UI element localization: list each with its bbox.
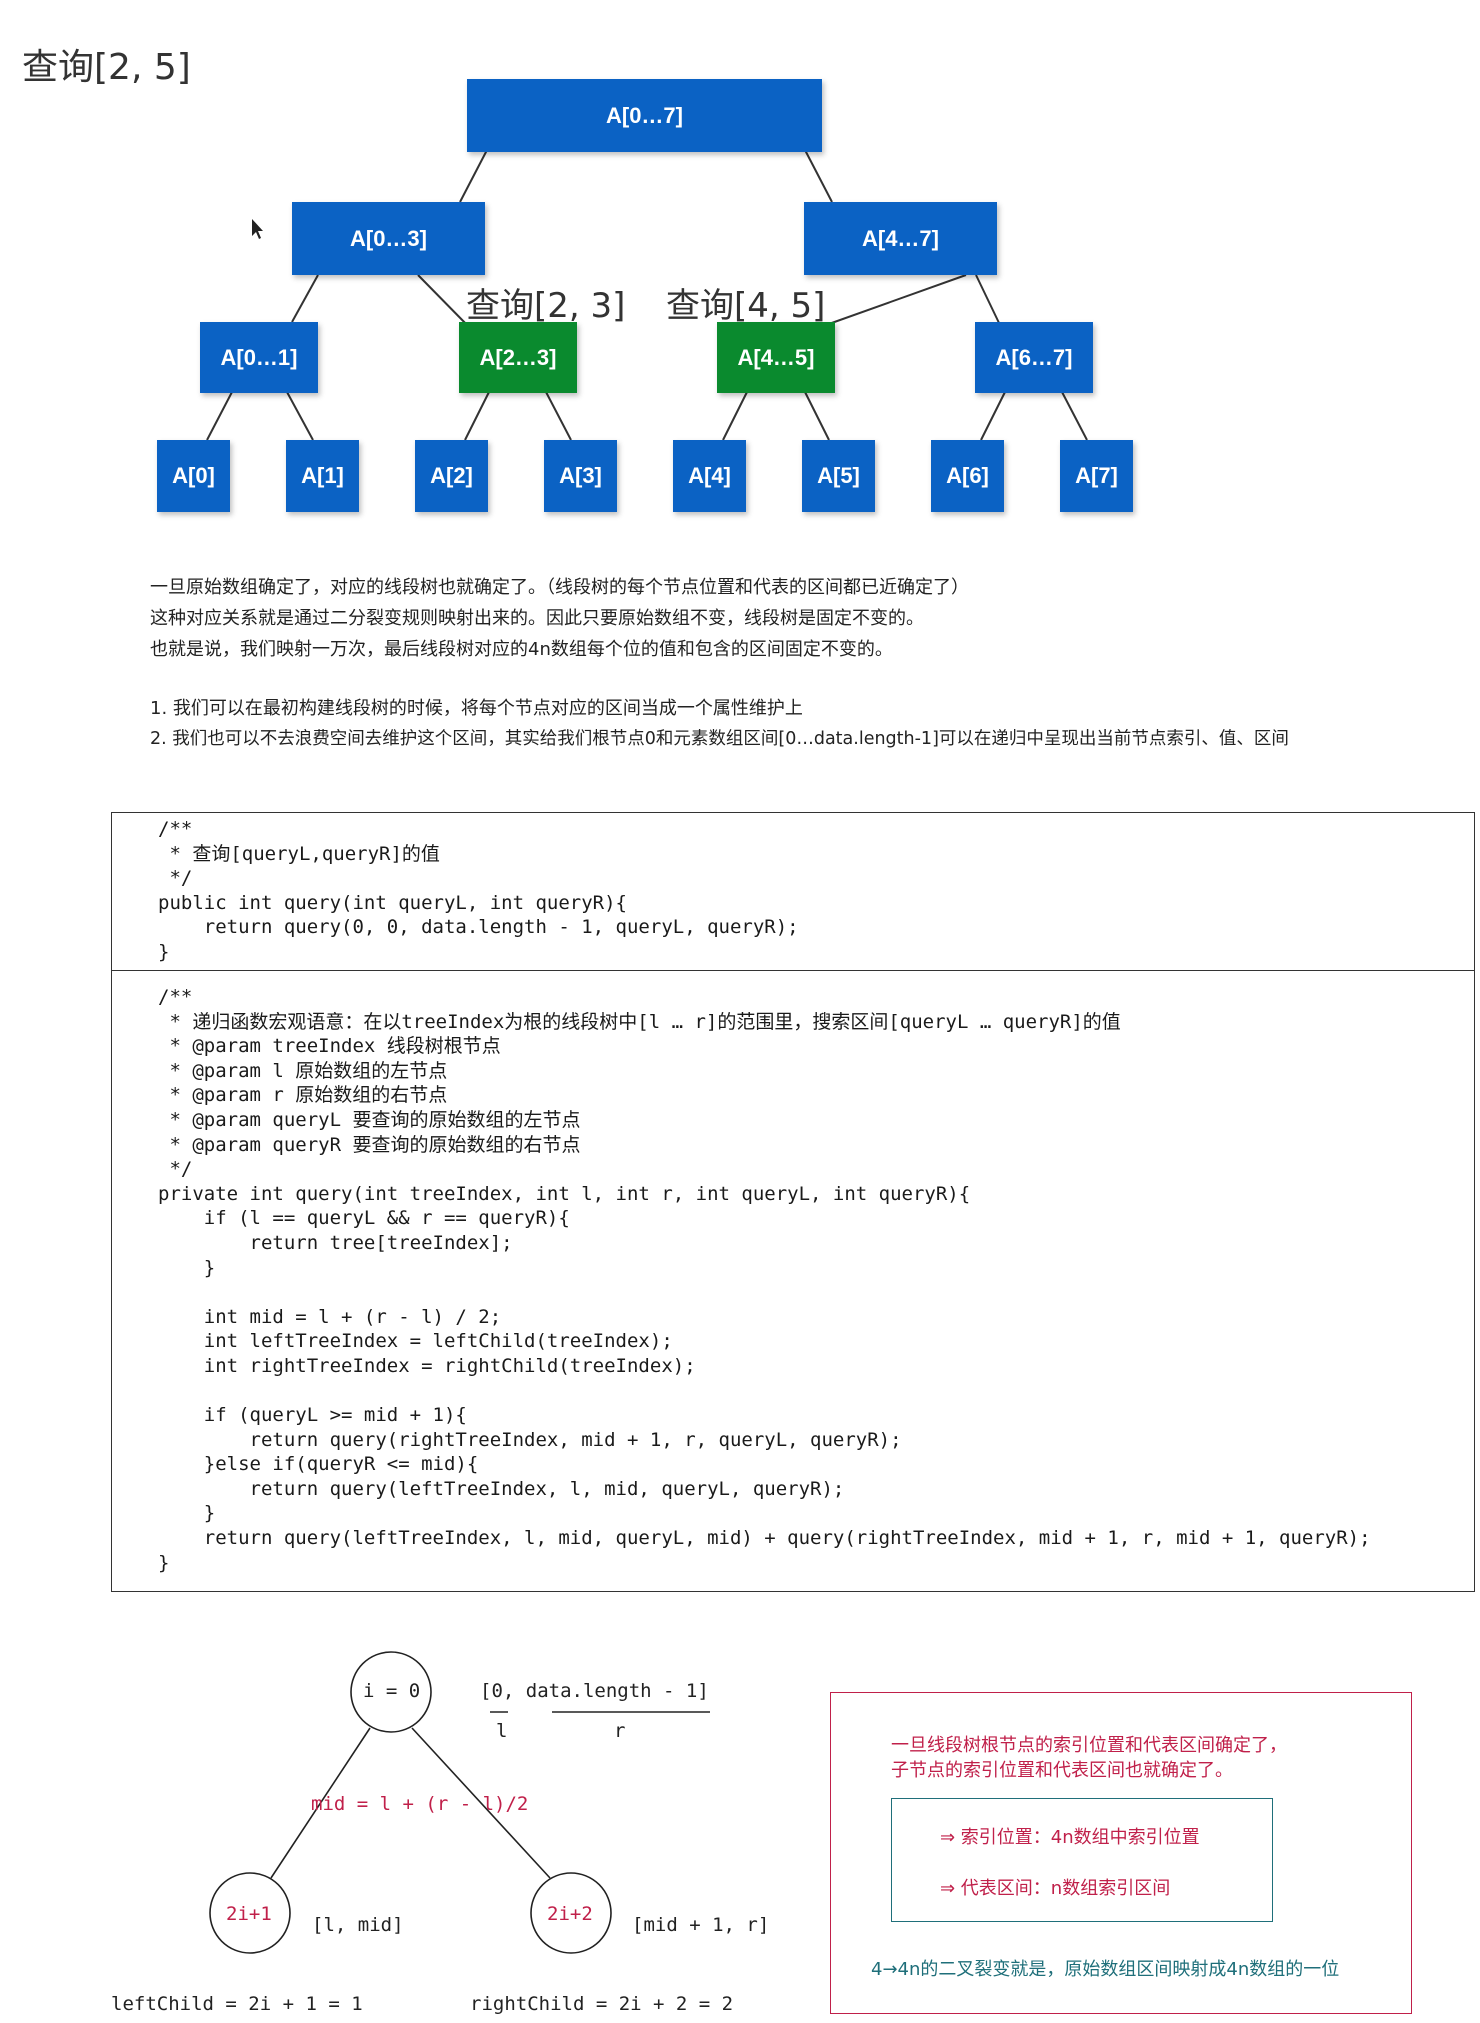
- right-range: [mid + 1, r]: [632, 1914, 770, 1936]
- note-item-range: ⇒ 代表区间：n数组索引区间: [940, 1878, 1171, 1899]
- tree-node-2-3: A[2…3]: [459, 322, 577, 393]
- tree-node-0-3: A[0…3]: [292, 202, 485, 275]
- left-node-label: 2i+1: [226, 1903, 272, 1925]
- left-range: [l, mid]: [312, 1914, 404, 1936]
- paragraph-1: 一旦原始数组确定了，对应的线段树也就确定了。（线段树的每个节点位置和代表的区间都…: [150, 577, 969, 598]
- query-label-2-3: 查询[2, 3]: [466, 286, 626, 326]
- note-footer: 4→4n的二叉裂变就是，原始数组区间映射成4n数组的一位: [871, 1959, 1340, 1980]
- root-range: [0, data.length - 1]: [480, 1680, 709, 1702]
- mid-formula: mid = l + (r - l)/2: [311, 1793, 529, 1815]
- tree-leaf-4: A[4]: [673, 440, 746, 512]
- tree-leaf-1: A[1]: [286, 440, 359, 512]
- right-node-label: 2i+2: [547, 1903, 593, 1925]
- query-label-4-5: 查询[4, 5]: [666, 286, 826, 326]
- left-child-formula: leftChild = 2i + 1 = 1: [111, 1993, 363, 2015]
- tree-node-0-1: A[0…1]: [200, 322, 318, 393]
- tree-leaf-5: A[5]: [802, 440, 875, 512]
- code-block-public: /** * 查询[queryL,queryR]的值 */ public int …: [111, 812, 1475, 974]
- note-line-1: 一旦线段树根节点的索引位置和代表区间确定了，: [891, 1735, 1287, 1756]
- code-private: /** * 递归函数宏观语意：在以treeIndex为根的线段树中[l … r]…: [158, 986, 1371, 1574]
- tree-leaf-2: A[2]: [415, 440, 488, 512]
- tree-node-4-5: A[4…5]: [717, 322, 835, 393]
- note-inner-box: ⇒ 索引位置：4n数组中索引位置 ⇒ 代表区间：n数组索引区间: [891, 1798, 1273, 1922]
- tree-leaf-3: A[3]: [544, 440, 617, 512]
- list-item-1: 1. 我们可以在最初构建线段树的时候，将每个节点对应的区间当成一个属性维护上: [150, 698, 803, 719]
- note-item-index: ⇒ 索引位置：4n数组中索引位置: [940, 1827, 1200, 1848]
- note-box: 一旦线段树根节点的索引位置和代表区间确定了， 子节点的索引位置和代表区间也就确定…: [830, 1692, 1412, 2014]
- paragraph-2: 这种对应关系就是通过二分裂变规则映射出来的。因此只要原始数组不变，线段树是固定不…: [150, 608, 924, 629]
- tree-node-6-7: A[6…7]: [975, 322, 1093, 393]
- tree-leaf-0: A[0]: [157, 440, 230, 512]
- tree-leaf-7: A[7]: [1060, 440, 1133, 512]
- tree-node-root: A[0…7]: [467, 79, 822, 152]
- paragraph-3: 也就是说，我们映射一万次，最后线段树对应的4n数组每个位的值和包含的区间固定不变…: [150, 639, 893, 660]
- root-node-label: i = 0: [363, 1680, 421, 1702]
- list-item-2: 2. 我们也可以不去浪费空间去维护这个区间，其实给我们根节点0和元素数组区间[0…: [150, 729, 1289, 749]
- right-child-formula: rightChild = 2i + 2 = 2: [470, 1993, 734, 2015]
- note-line-2: 子节点的索引位置和代表区间也就确定了。: [891, 1760, 1233, 1781]
- code-block-private: /** * 递归函数宏观语意：在以treeIndex为根的线段树中[l … r]…: [111, 970, 1475, 1592]
- tree-node-4-7: A[4…7]: [804, 202, 997, 275]
- l-label: l: [496, 1720, 508, 1742]
- tree-leaf-6: A[6]: [931, 440, 1004, 512]
- cursor-icon: [252, 219, 263, 239]
- r-label: r: [614, 1720, 626, 1742]
- code-public: /** * 查询[queryL,queryR]的值 */ public int …: [158, 818, 799, 963]
